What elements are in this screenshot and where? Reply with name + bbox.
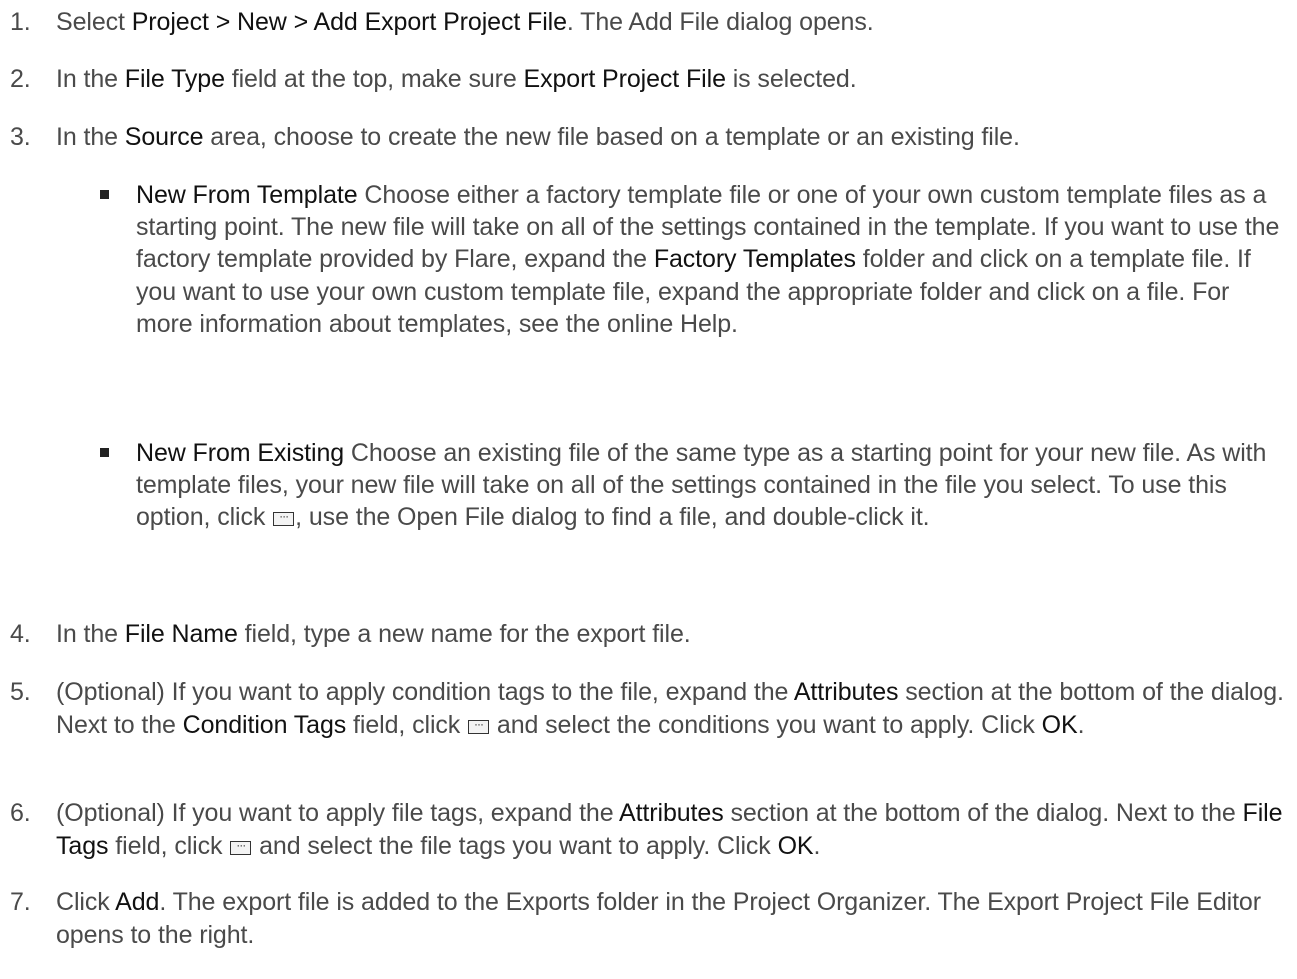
browse-ellipsis-icon: [468, 708, 490, 740]
ui-term: Factory Templates: [653, 245, 856, 274]
square-bullet-icon: [100, 190, 109, 199]
step-number: 3.: [10, 123, 31, 151]
step-text: (Optional) If you want to apply conditio…: [56, 676, 1296, 741]
step-text: In the Source area, choose to create the…: [56, 123, 1020, 151]
ui-term: New From Existing: [136, 439, 345, 467]
step-6: 6. (Optional) If you want to apply file …: [10, 797, 1290, 861]
step-number: 7.: [10, 888, 31, 916]
ui-term: OK: [1041, 710, 1078, 739]
step-text: In the File Name field, type a new name …: [56, 620, 691, 648]
ui-term: New From Template: [136, 181, 358, 209]
ui-term: Attributes: [619, 799, 724, 827]
step-4: 4. In the File Name field, type a new na…: [10, 618, 1290, 650]
step-3: 3. In the Source area, choose to create …: [10, 121, 1290, 153]
ui-term: File Name: [124, 620, 238, 648]
option-text: New From Existing Choose an existing fil…: [136, 437, 1291, 534]
step-2: 2. In the File Type field at the top, ma…: [10, 63, 1290, 95]
ui-term: OK: [777, 831, 814, 860]
document: 1. Select Project > New > Add Export Pro…: [0, 0, 1297, 979]
ui-term: Attributes: [793, 678, 899, 706]
step-number: 5.: [10, 678, 31, 706]
step-7: 7. Click Add. The export file is added t…: [10, 886, 1290, 949]
step-text: Click Add. The export file is added to t…: [56, 888, 1261, 949]
step-number: 6.: [10, 799, 31, 827]
ui-term: Condition Tags: [182, 710, 347, 739]
browse-ellipsis-icon: [273, 500, 295, 532]
step-1: 1. Select Project > New > Add Export Pro…: [10, 6, 1290, 38]
ui-term: Add: [115, 888, 160, 916]
step-number: 1.: [10, 8, 31, 36]
ui-term: Export Project File: [523, 65, 726, 93]
square-bullet-icon: [100, 448, 109, 457]
ui-term: Project > New > Add Export Project File: [131, 8, 567, 36]
step-text: (Optional) If you want to apply file tag…: [56, 797, 1296, 862]
step-number: 4.: [10, 620, 31, 648]
ui-term: File Type: [124, 65, 225, 93]
ui-term: Source: [124, 123, 204, 151]
step-text: Select Project > New > Add Export Projec…: [56, 8, 874, 36]
option-text: New From Template Choose either a factor…: [136, 181, 1280, 338]
browse-ellipsis-icon: [230, 829, 252, 861]
step-number: 2.: [10, 65, 31, 93]
step-text: In the File Type field at the top, make …: [56, 65, 857, 93]
step-5: 5. (Optional) If you want to apply condi…: [10, 676, 1290, 740]
